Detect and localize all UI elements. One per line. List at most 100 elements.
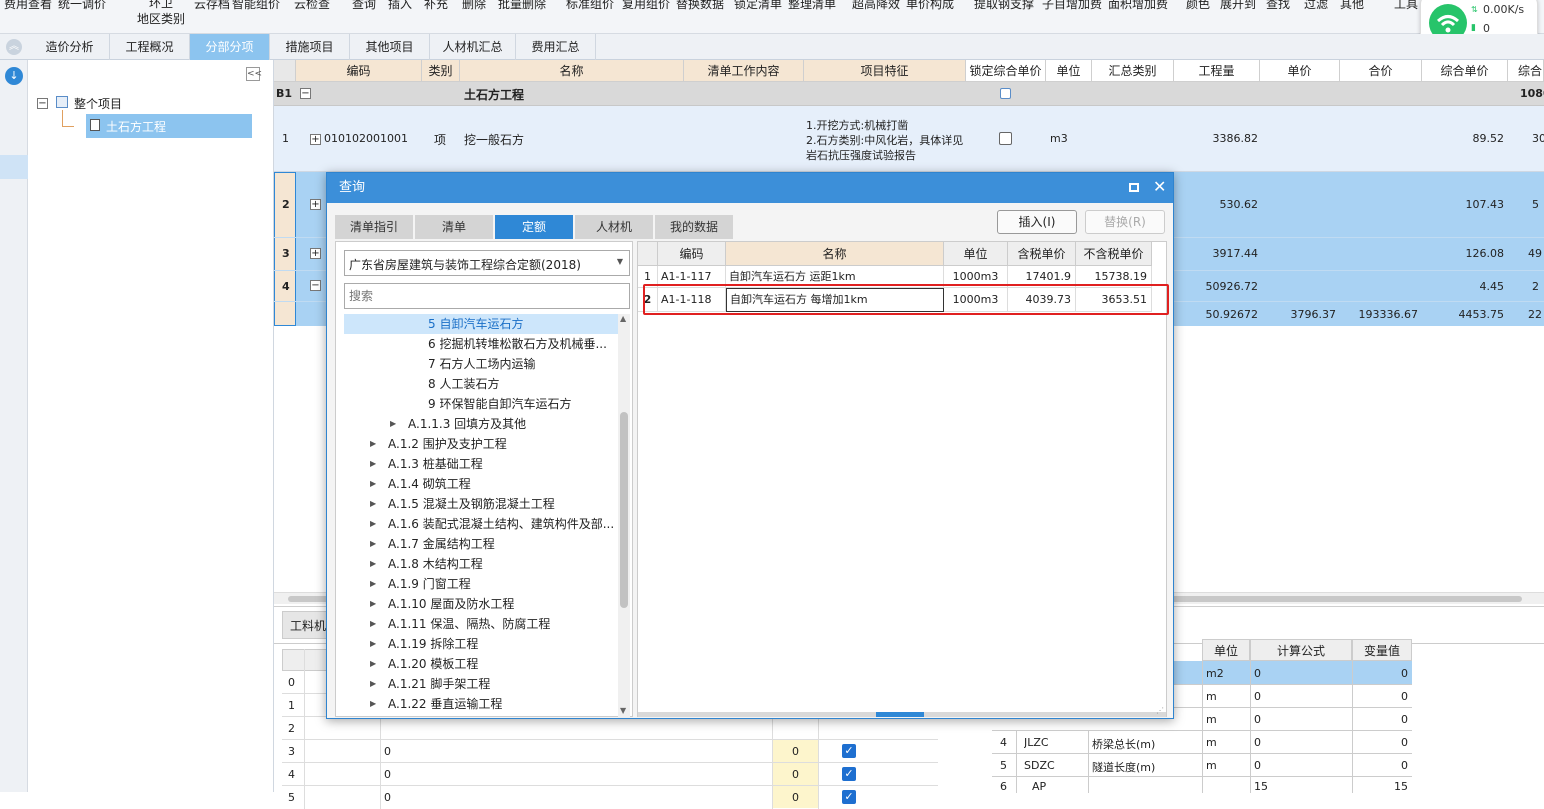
tree-item[interactable]: 6 挖掘机转堆松散石方及机械垂...	[428, 334, 607, 354]
tree-item[interactable]: A.1.21 脚手架工程	[388, 674, 490, 694]
tree-item[interactable]: 5 自卸汽车运石方	[428, 314, 523, 334]
row-checkbox-checked[interactable]: ✓	[842, 744, 856, 758]
tab-measures[interactable]: 措施项目	[270, 34, 350, 60]
toolbar-height-reduction[interactable]: 超高降效	[852, 0, 900, 12]
tree-item[interactable]: A.1.8 木结构工程	[388, 554, 483, 574]
toolbar-filter[interactable]: 过滤	[1304, 0, 1328, 12]
results-header-unit[interactable]: 单位	[944, 242, 1008, 266]
download-icon[interactable]: ↓	[5, 67, 23, 85]
insert-button[interactable]: 插入(I)	[997, 210, 1077, 234]
toolbar-view-fees[interactable]: 费用查看	[4, 0, 52, 12]
grid-header-quantity[interactable]: 工程量	[1174, 60, 1260, 82]
toolbar-tidy-list[interactable]: 整理清单	[788, 0, 836, 12]
replace-button[interactable]: 替换(R)	[1085, 210, 1165, 234]
tab-list[interactable]: 清单	[415, 215, 493, 239]
toolbar-smart-pricing[interactable]: 智能组价	[232, 0, 280, 12]
scroll-down-icon[interactable]: ▼	[620, 706, 626, 715]
toolbar-batch-delete[interactable]: 批量删除	[498, 0, 546, 12]
collapse-panel-button[interactable]: <<	[246, 67, 262, 81]
expand-arrow-icon[interactable]: ▶	[370, 534, 376, 554]
section-collapse-icon[interactable]: −	[300, 88, 311, 99]
toolbar-query[interactable]: 查询	[352, 0, 376, 12]
row-lock-checkbox[interactable]	[999, 132, 1012, 145]
tree-item[interactable]: 8 人工装石方	[428, 374, 499, 394]
tree-item[interactable]: A.1.7 金属结构工程	[388, 534, 495, 554]
results-header-notax-price[interactable]: 不含税单价	[1076, 242, 1152, 266]
toolbar-standard-pricing[interactable]: 标准组价	[566, 0, 614, 12]
tab-cost-analysis[interactable]: 造价分析	[30, 34, 110, 60]
toolbar-lock-list[interactable]: 锁定清单	[734, 0, 782, 12]
resize-grip-icon[interactable]: ⋰	[1156, 706, 1164, 715]
grid-header-summary-type[interactable]: 汇总类别	[1092, 60, 1174, 82]
tab-sub-items[interactable]: 分部分项	[190, 34, 270, 60]
toolbar-supplement[interactable]: 补充	[424, 0, 448, 12]
toolbar-cloud-check[interactable]: 云检查	[294, 0, 330, 12]
expand-arrow-icon[interactable]: ▶	[370, 434, 376, 454]
tree-root-label[interactable]: 整个项目	[74, 95, 122, 112]
results-header-tax-price[interactable]: 含税单价	[1008, 242, 1076, 266]
tree-item[interactable]: A.1.19 拆除工程	[388, 634, 478, 654]
tab-my-data[interactable]: 我的数据	[655, 215, 733, 239]
grid-header-type[interactable]: 类别	[422, 60, 460, 82]
expand-arrow-icon[interactable]: ▶	[370, 614, 376, 634]
grid-header-comp-total[interactable]: 综合	[1508, 60, 1544, 82]
maximize-icon[interactable]	[1129, 183, 1139, 192]
tree-item[interactable]: A.1.1.3 回填方及其他	[408, 414, 526, 434]
expand-arrow-icon[interactable]: ▶	[390, 414, 396, 434]
expand-arrow-icon[interactable]: ▶	[370, 594, 376, 614]
tree-item[interactable]: A.1.9 门窗工程	[388, 574, 471, 594]
toolbar-unify-price[interactable]: 统一调价	[58, 0, 106, 12]
library-select[interactable]: 广东省房屋建筑与装饰工程综合定额(2018) ▼	[344, 250, 630, 276]
tab-quota[interactable]: 定额	[495, 215, 573, 239]
toolbar-subitem-fee[interactable]: 子目增加费	[1042, 0, 1102, 12]
toolbar-expand-to[interactable]: 展开到	[1220, 0, 1256, 12]
toolbar-replace-data[interactable]: 替换数据	[676, 0, 724, 12]
toolbar-insert[interactable]: 插入	[388, 0, 412, 12]
tree-item[interactable]: 7 石方人工场内运输	[428, 354, 535, 374]
grid-header-comp-price[interactable]: 综合单价	[1422, 60, 1508, 82]
toolbar-region-type[interactable]: 环卫 地区类别	[136, 0, 186, 27]
tree-item[interactable]: A.1.22 垂直运输工程	[388, 694, 502, 714]
tree-item[interactable]: A.1.3 桩基础工程	[388, 454, 483, 474]
tab-labor-material-summary[interactable]: 人材机汇总	[430, 34, 516, 60]
section-row[interactable]: B1 − 土石方工程 1080	[274, 82, 1544, 106]
tab-labor-material[interactable]: 人材机	[575, 215, 653, 239]
results-header-name[interactable]: 名称	[726, 242, 944, 266]
dialog-title-bar[interactable]: 查询	[327, 173, 1173, 203]
toolbar-unit-price-composition[interactable]: 单价构成	[906, 0, 954, 12]
tree-collapse-icon[interactable]: −	[37, 98, 48, 109]
row-expand-icon[interactable]: +	[310, 134, 321, 145]
grid-header-work-content[interactable]: 清单工作内容	[684, 60, 804, 82]
tree-item[interactable]: A.1.4 砌筑工程	[388, 474, 471, 494]
expand-arrow-icon[interactable]: ▶	[370, 494, 376, 514]
toolbar-color[interactable]: 颜色	[1186, 0, 1210, 12]
tree-scrollbar-thumb[interactable]	[620, 412, 628, 608]
tree-item[interactable]: A.1.5 混凝土及钢筋混凝土工程	[388, 494, 555, 514]
results-header-code[interactable]: 编码	[658, 242, 726, 266]
grid-header-code[interactable]: 编码	[296, 60, 422, 82]
tree-item[interactable]: A.1.20 模板工程	[388, 654, 478, 674]
expand-arrow-icon[interactable]: ▶	[370, 474, 376, 494]
toolbar-find[interactable]: 查找	[1266, 0, 1290, 12]
splitter-handle[interactable]	[876, 712, 924, 717]
toolbar-extract-steel-support[interactable]: 提取钢支撑	[974, 0, 1034, 12]
row-collapse-icon[interactable]: −	[310, 280, 321, 291]
row-checkbox-checked[interactable]: ✓	[842, 767, 856, 781]
expand-arrow-icon[interactable]: ▶	[370, 694, 376, 714]
expand-arrow-icon[interactable]: ▶	[370, 454, 376, 474]
expand-arrow-icon[interactable]: ▶	[370, 554, 376, 574]
toolbar-cloud-archive[interactable]: 云存档	[194, 0, 230, 12]
tree-child-selected[interactable]: 土石方工程	[86, 114, 252, 138]
tab-cost-summary[interactable]: 费用汇总	[516, 34, 596, 60]
collapse-up-icon[interactable]: ︽	[6, 39, 22, 55]
expand-arrow-icon[interactable]: ▶	[370, 574, 376, 594]
row-expand-icon[interactable]: +	[310, 248, 321, 259]
expand-arrow-icon[interactable]: ▶	[370, 514, 376, 534]
grid-header-total[interactable]: 合价	[1340, 60, 1422, 82]
search-input[interactable]	[344, 283, 630, 309]
expand-arrow-icon[interactable]: ▶	[370, 634, 376, 654]
tree-item[interactable]: 9 环保智能自卸汽车运石方	[428, 394, 571, 414]
grid-header-unit-price[interactable]: 单价	[1260, 60, 1340, 82]
tree-item[interactable]: A.1.11 保温、隔热、防腐工程	[388, 614, 550, 634]
tab-other-items[interactable]: 其他项目	[350, 34, 430, 60]
